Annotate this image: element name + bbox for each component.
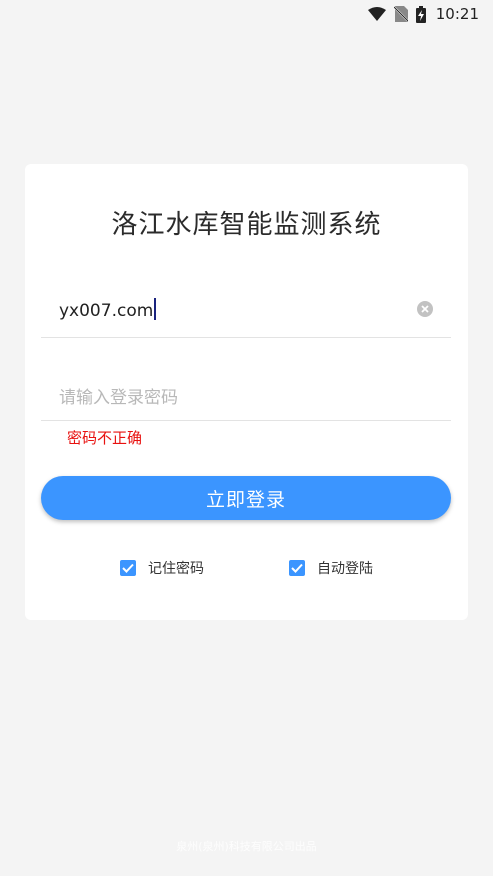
password-input[interactable]: 请输入登录密码 bbox=[59, 383, 178, 408]
password-field[interactable]: 请输入登录密码 bbox=[41, 365, 451, 421]
error-message: 密码不正确 bbox=[67, 429, 143, 447]
remember-password-label: 记住密码 bbox=[148, 561, 204, 577]
battery-charging-icon bbox=[415, 5, 426, 23]
wifi-icon bbox=[367, 7, 386, 21]
remember-password-checkbox[interactable]: 记住密码 bbox=[120, 558, 204, 578]
login-button[interactable]: 立即登录 bbox=[41, 476, 451, 520]
username-value: yx007.com bbox=[59, 301, 154, 321]
text-caret bbox=[154, 298, 157, 320]
status-bar: 10:21 bbox=[0, 0, 493, 28]
auto-login-label: 自动登陆 bbox=[317, 561, 373, 577]
no-sim-icon bbox=[393, 6, 408, 22]
checkbox-checked-icon[interactable] bbox=[289, 560, 305, 576]
auto-login-checkbox[interactable]: 自动登陆 bbox=[289, 558, 373, 578]
username-field[interactable]: yx007.com bbox=[41, 282, 451, 338]
username-input[interactable]: yx007.com bbox=[59, 298, 157, 321]
clock: 10:21 bbox=[435, 5, 479, 23]
page-title: 洛江水库智能监测系统 bbox=[111, 210, 382, 240]
footer-credit: 泉州(泉州)科技有限公司出品 bbox=[176, 840, 317, 853]
checkbox-checked-icon[interactable] bbox=[120, 560, 136, 576]
login-card: 洛江水库智能监测系统 yx007.com 请输入登录密码 密码不正确 立即登录 … bbox=[25, 164, 468, 620]
clear-icon[interactable] bbox=[417, 301, 433, 317]
